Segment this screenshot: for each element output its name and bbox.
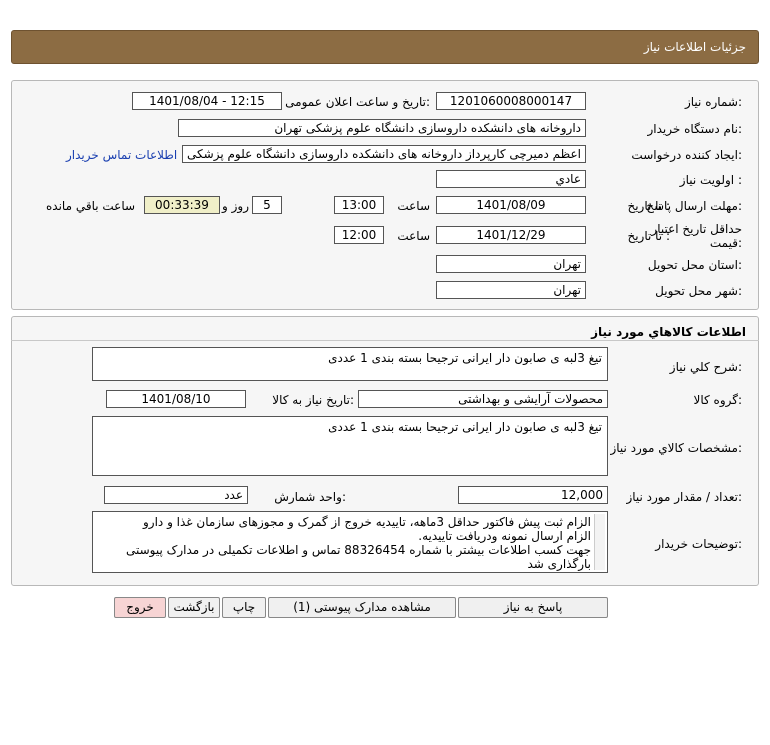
deadline-days-field: 5 (252, 196, 282, 214)
validity-time-field: 12:00 (334, 226, 384, 244)
goods-group-label: گروه کالا: (693, 393, 743, 407)
deadline-days-label: روز و (222, 199, 249, 213)
deadline-time-field: 13:00 (334, 196, 384, 214)
summary-label: شرح کلي نياز: (669, 360, 742, 374)
view-docs-button[interactable]: مشاهده مدارک پیوستی (1) (268, 597, 456, 618)
remaining-time-label: ساعت باقي مانده (46, 199, 136, 213)
reply-button[interactable]: پاسخ به نیاز (458, 597, 608, 618)
creator-field: اعظم دمیرچی کارپرداز داروخانه های دانشکد… (182, 145, 586, 163)
creator-label: ایجاد کننده درخواست: (631, 148, 742, 162)
province-label: استان محل تحویل: (647, 258, 742, 272)
announce-label: تاریخ و ساعت اعلان عمومی: (285, 95, 430, 109)
deadline-to-date-label: تا تاریخ : (627, 199, 670, 213)
notes-scrollbar[interactable] (594, 514, 605, 570)
quantity-field: 12,000 (458, 486, 608, 504)
priority-label: اولویت نیاز : (679, 173, 742, 187)
announce-field: 1401/08/04 - 12:15 (132, 92, 282, 110)
remaining-time-field: 00:33:39 (144, 196, 220, 214)
deadline-time-label: ساعت (397, 199, 430, 213)
buyer-notes-label: توضیحات خریدار: (655, 537, 742, 551)
goods-section-title: اطلاعات کالاهاي مورد نياز (591, 325, 746, 339)
buyer-contact-link[interactable]: اطلاعات تماس خریدار (66, 148, 177, 162)
summary-field: تیغ 3لبه ی صابون دار ایرانی ترجیحا بسته … (92, 347, 608, 381)
deadline-date-field: 1401/08/09 (436, 196, 586, 214)
buyer-notes-line: الزام ارسال نمونه ودریافت تاییدیه. (418, 529, 591, 543)
unit-label: واحد شمارش: (274, 490, 346, 504)
goods-group-field: محصولات آرایشی و بهداشتی (358, 390, 608, 408)
city-label: شهر محل تحویل: (655, 284, 742, 298)
page-title: جزئیات اطلاعات نیاز (643, 40, 746, 54)
quantity-label: تعداد / مقدار مورد نیاز: (626, 490, 742, 504)
buyer-field: داروخانه های دانشکده داروسازی دانشگاه عل… (178, 119, 586, 137)
need-date-label: تاریخ نیاز به کالا: (272, 393, 354, 407)
buyer-label: نام دستگاه خریدار: (647, 122, 743, 136)
page-header: جزئیات اطلاعات نیاز (11, 30, 759, 64)
validity-date-field: 1401/12/29 (436, 226, 586, 244)
need-info-panel (11, 80, 759, 310)
unit-field: عدد (104, 486, 248, 504)
priority-field: عادي (436, 170, 586, 188)
buyer-notes-line: الزام ثبت پیش فاکتور حداقل 3ماهه، تاییدی… (142, 515, 591, 529)
city-field: تهران (436, 281, 586, 299)
buyer-notes-line: جهت کسب اطلاعات بیشتر با شماره 88326454 … (125, 543, 591, 571)
need-date-field: 1401/08/10 (106, 390, 246, 408)
validity-time-label: ساعت (397, 229, 430, 243)
need-number-field: 1201060008000147 (436, 92, 586, 110)
back-button[interactable]: بازگشت (168, 597, 220, 618)
buyer-notes-field: الزام ثبت پیش فاکتور حداقل 3ماهه، تاییدی… (92, 511, 608, 573)
exit-button[interactable]: خروج (114, 597, 166, 618)
province-field: تهران (436, 255, 586, 273)
goods-divider (11, 340, 759, 341)
need-number-label: شماره نیاز: (684, 95, 742, 109)
specs-field: تیغ 3لبه ی صابون دار ایرانی ترجیحا بسته … (92, 416, 608, 476)
print-button[interactable]: چاپ (222, 597, 266, 618)
validity-to-date-label: تا تاریخ : (627, 229, 670, 243)
specs-label: مشخصات کالاي مورد نياز: (610, 441, 742, 455)
